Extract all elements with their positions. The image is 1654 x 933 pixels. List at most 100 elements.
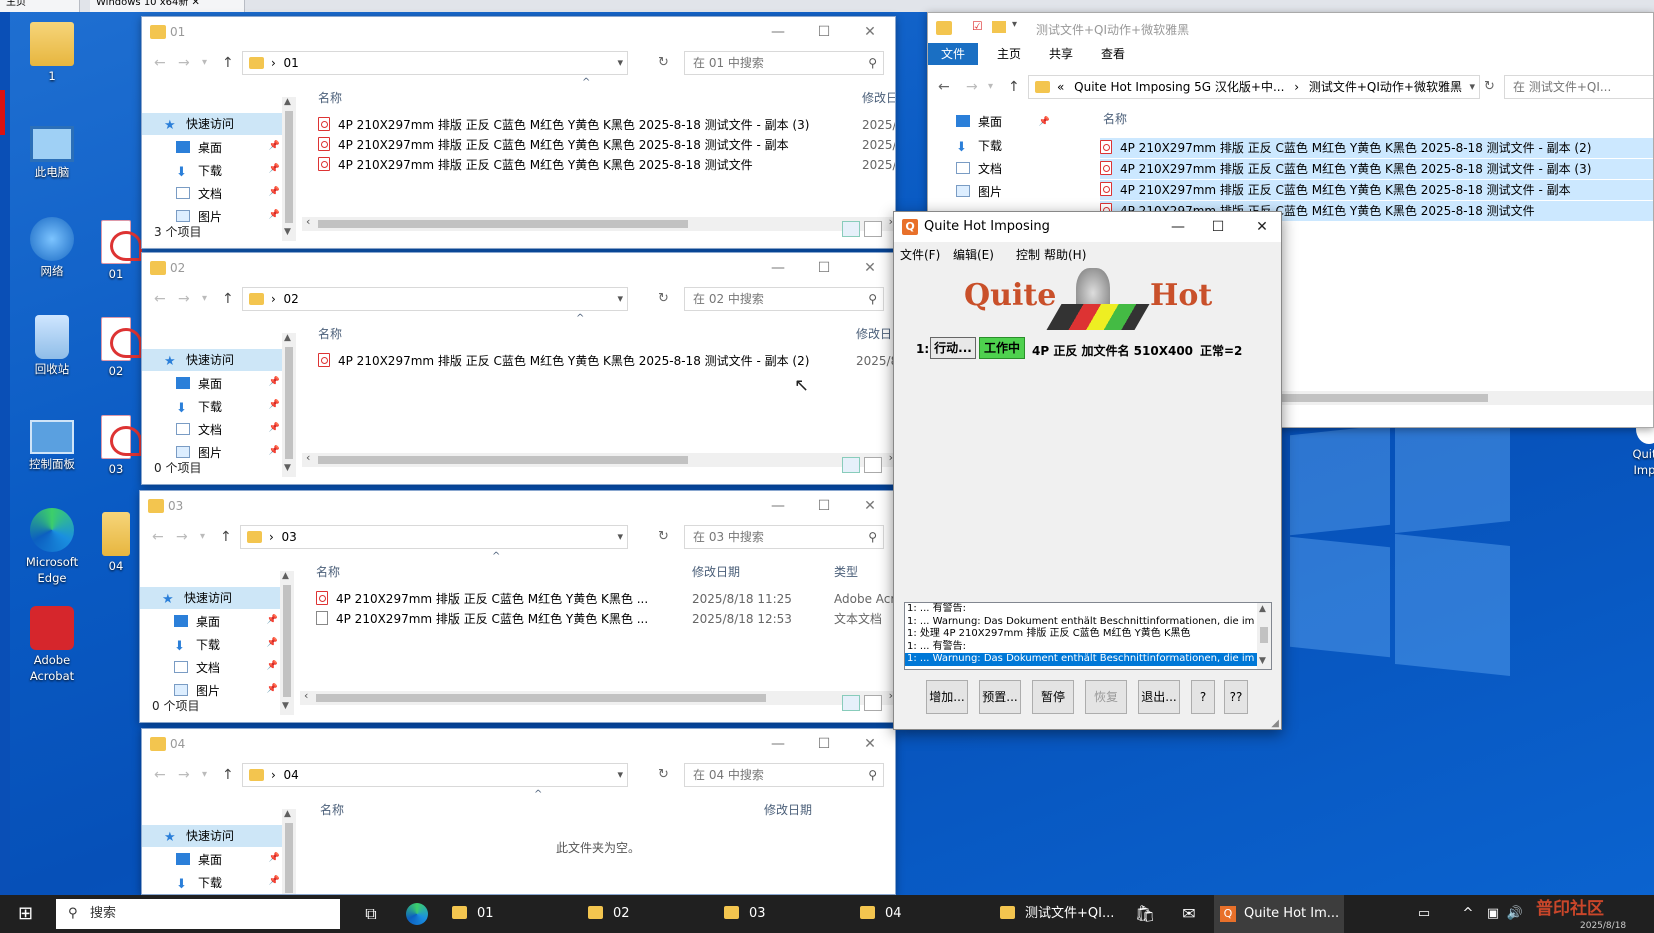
search-input[interactable]: 在 01 中搜索 ⚲	[684, 51, 884, 75]
task-view-button[interactable]: ⧉	[356, 895, 386, 933]
log-scrollbar[interactable]: ▲ ▼	[1257, 603, 1271, 669]
horizontal-scrollbar[interactable]: ‹ ›	[302, 451, 895, 467]
log-line[interactable]: 1: 处理 4P 210X297mm 排版 正反 C蓝色 M红色 Y黄色 K黑色	[905, 628, 1271, 641]
resume-button[interactable]: 恢复	[1085, 680, 1127, 714]
preset-button[interactable]: 预置...	[979, 680, 1021, 714]
properties-icon[interactable]: ☑	[972, 19, 983, 33]
maximize-button[interactable]: ☐	[1200, 216, 1236, 238]
desktop-icon-recycle-bin[interactable]: 回收站	[10, 315, 94, 377]
help-button[interactable]: ?	[1191, 680, 1215, 714]
nav-scrollbar[interactable]: ▲ ▼	[282, 97, 296, 241]
nav-downloads[interactable]: ⬇ 下载	[176, 396, 222, 418]
chevron-down-icon[interactable]: ▾	[617, 288, 623, 310]
taskbar-edge[interactable]	[402, 895, 432, 933]
minimize-button[interactable]: —	[760, 21, 796, 43]
pin-icon[interactable]: 📌	[269, 210, 280, 220]
minimize-button[interactable]: —	[760, 257, 796, 279]
menu-control[interactable]: 控制	[1016, 246, 1040, 263]
search-input[interactable]: 在 02 中搜索 ⚲	[684, 287, 884, 311]
refresh-icon[interactable]: ↻	[658, 529, 669, 544]
pin-icon[interactable]: 📌	[269, 187, 280, 197]
log-list[interactable]: 1: ... 有警告: 1: ... Warnung: Das Dokument…	[904, 602, 1272, 670]
refresh-icon[interactable]: ↻	[658, 291, 669, 306]
tab-file[interactable]: 文件	[928, 43, 979, 65]
tab-share[interactable]: 共享	[1036, 43, 1086, 65]
breadcrumb-parent[interactable]: Quite Hot Imposing 5G 汉化版+中...	[1074, 80, 1284, 94]
forward-arrow-icon[interactable]: →	[178, 291, 190, 307]
back-arrow-icon[interactable]: ←	[938, 79, 950, 95]
chevron-down-icon[interactable]: ▾	[617, 52, 623, 74]
chevron-down-icon[interactable]: ▾	[617, 764, 623, 786]
search-input[interactable]: 在 03 中搜索 ⚲	[684, 525, 884, 549]
forward-arrow-icon[interactable]: →	[176, 529, 188, 545]
log-line[interactable]: 1: ... Warnung: Das Dokument enthält Bes…	[905, 616, 1271, 629]
column-header-modified[interactable]: 修改日期	[692, 563, 740, 580]
address-bar[interactable]: › 03 ▾	[240, 525, 628, 549]
column-header-modified[interactable]: 修改日	[862, 89, 895, 106]
column-header-name[interactable]: 名称	[316, 563, 340, 580]
address-bar[interactable]: « Quite Hot Imposing 5G 汉化版+中... › 测试文件+…	[1028, 75, 1480, 99]
nav-documents[interactable]: 文档	[176, 183, 222, 205]
nav-documents[interactable]: 文档	[956, 158, 1002, 180]
maximize-button[interactable]: ☐	[806, 733, 842, 755]
horizontal-scrollbar[interactable]: ‹ ›	[302, 215, 895, 231]
back-arrow-icon[interactable]: ←	[154, 767, 166, 783]
close-button[interactable]: ✕	[852, 21, 888, 43]
nav-quick-access[interactable]: ★ 快速访问	[164, 825, 234, 847]
desktop-icon-this-pc[interactable]: 此电脑	[10, 120, 94, 180]
search-input[interactable]: 在 测试文件+QI...	[1504, 75, 1653, 99]
back-arrow-icon[interactable]: ←	[152, 529, 164, 545]
pin-icon[interactable]: 📌	[269, 141, 280, 151]
nav-downloads[interactable]: ⬇ 下载	[174, 634, 220, 656]
address-bar[interactable]: › 02 ▾	[242, 287, 628, 311]
large-icons-view-icon[interactable]	[864, 457, 882, 473]
menu-edit[interactable]: 编辑(E)	[953, 246, 994, 263]
chevron-down-icon[interactable]: ▾	[617, 526, 623, 548]
file-row[interactable]: 4P 210X297mm 排版 正反 C蓝色 M红色 Y黄色 K黑色 2025-…	[1100, 159, 1653, 179]
network-icon[interactable]: ▣	[1484, 895, 1502, 933]
desktop-icon-02[interactable]: 02	[86, 317, 146, 379]
pin-icon[interactable]: 📌	[267, 661, 278, 671]
taskbar-item-02[interactable]: 02	[584, 895, 712, 933]
taskbar-item-03[interactable]: 03	[720, 895, 848, 933]
taskbar-item-test-folder[interactable]: 测试文件+QI...	[996, 895, 1126, 933]
nav-pictures[interactable]: 图片	[956, 181, 1002, 203]
up-arrow-icon[interactable]: ↑	[222, 767, 234, 783]
desktop-icon-network[interactable]: 网络	[10, 217, 94, 279]
pin-icon[interactable]: 📌	[269, 164, 280, 174]
column-header-type[interactable]: 类型	[834, 563, 858, 580]
nav-desktop[interactable]: 桌面	[176, 849, 222, 871]
recent-chevron-icon[interactable]: ▾	[200, 531, 205, 542]
pin-icon[interactable]: 📌	[269, 853, 280, 863]
details-view-icon[interactable]	[842, 221, 860, 237]
nav-quick-access[interactable]: ★ 快速访问	[164, 113, 234, 135]
large-icons-view-icon[interactable]	[864, 221, 882, 237]
nav-downloads[interactable]: ⬇ 下载	[176, 160, 222, 182]
forward-arrow-icon[interactable]: →	[178, 55, 190, 71]
pin-icon[interactable]: 📌	[269, 400, 280, 410]
file-row[interactable]: 4P 210X297mm 排版 正反 C蓝色 M红色 Y黄色 K黑色 2025-…	[318, 135, 838, 155]
minimize-button[interactable]: —	[760, 495, 796, 517]
keyboard-icon[interactable]: ▭	[1410, 895, 1438, 933]
taskbar-store[interactable]: 🛍	[1130, 895, 1160, 933]
column-header-name[interactable]: 名称	[318, 325, 342, 342]
resize-grip-icon[interactable]: ◢	[1271, 718, 1279, 729]
up-arrow-icon[interactable]: ↑	[222, 55, 234, 71]
taskbar-item-01[interactable]: 01	[448, 895, 576, 933]
pin-icon[interactable]: 📌	[1039, 117, 1050, 127]
refresh-icon[interactable]: ↻	[658, 55, 669, 70]
help-extended-button[interactable]: ??	[1224, 680, 1248, 714]
file-row[interactable]: 4P 210X297mm 排版 正反 C蓝色 M红色 Y黄色 K黑色 2025-…	[1100, 180, 1653, 200]
back-arrow-icon[interactable]: ←	[154, 55, 166, 71]
nav-documents[interactable]: 文档	[174, 657, 220, 679]
pin-icon[interactable]: 📌	[269, 423, 280, 433]
file-row[interactable]: 4P 210X297mm 排版 正反 C蓝色 M红色 Y黄色 K黑色 ...	[316, 589, 676, 609]
nav-scrollbar[interactable]: ▲ ▼	[280, 571, 294, 715]
log-line-selected[interactable]: 1: ... Warnung: Das Dokument enthält Bes…	[905, 653, 1271, 666]
desktop-icon-acrobat[interactable]: Adobe Acrobat	[10, 606, 94, 684]
tab-view[interactable]: 查看	[1088, 43, 1138, 65]
action-button[interactable]: 行动...	[930, 337, 976, 359]
nav-downloads[interactable]: ⬇ 下载	[176, 872, 222, 894]
up-arrow-icon[interactable]: ↑	[222, 291, 234, 307]
vm-tab-home[interactable]: 主页	[0, 0, 80, 12]
